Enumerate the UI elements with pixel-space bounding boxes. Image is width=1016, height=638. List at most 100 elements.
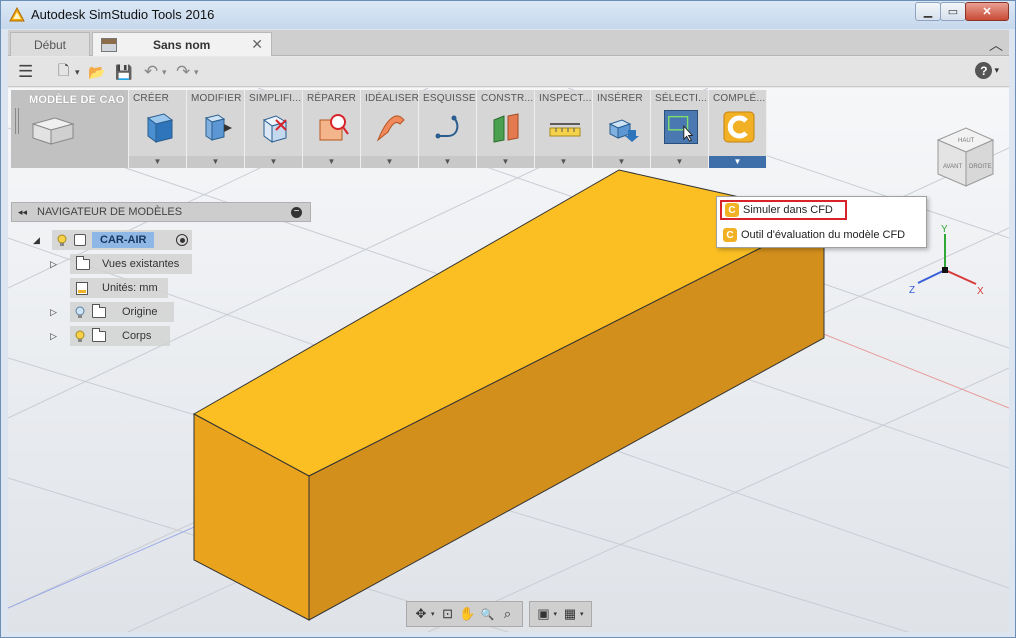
visibility-bulb-icon[interactable] [74,329,86,343]
tree-node-unites[interactable]: Unités: mm [70,278,168,298]
zoom-fit-icon[interactable]: ⌕ [498,605,518,623]
simplify-icon [262,115,288,143]
pan-icon[interactable]: ✋ [458,605,478,623]
minimize-button[interactable]: ▁ [915,2,941,21]
undo-dropdown-icon[interactable]: ▾ [162,63,167,81]
ribbon-dropdown-arrow[interactable]: ▼ [477,156,534,168]
3d-viewport[interactable]: Y X Z HAUT AVANT DROITE MODÈLE DE CAO CR… [8,88,1009,632]
window-controls: ▁ ▭ ✕ [915,2,1009,21]
ribbon-group-idealiser[interactable]: IDÉALISER ▼ [361,90,419,168]
ribbon-dropdown-arrow[interactable]: ▼ [593,156,650,168]
collapse-icon[interactable]: ︿ [989,35,1003,55]
viewcube-front-label: AVANT [943,164,962,170]
ribbon-dropdown-arrow[interactable]: ▼ [187,156,244,168]
ribbon-dropdown-arrow[interactable]: ▼ [129,156,186,168]
ribbon-group-simplifier[interactable]: SIMPLIFI... ▼ [245,90,303,168]
undo-icon[interactable]: ↶ [144,62,158,81]
ribbon-dropdown-arrow[interactable]: ▼ [361,156,418,168]
expand-triangle-icon[interactable]: ▷ [50,307,57,318]
tree-node-vues-existantes[interactable]: Vues existantes [70,254,192,274]
ribbon-label: CRÉER [133,93,170,104]
collapse-panel-icon[interactable]: ◂◂ [18,207,27,218]
view-cube[interactable]: HAUT AVANT DROITE [936,127,995,187]
ribbon-dropdown-arrow[interactable]: ▼ [419,156,476,168]
orbit-dropdown-icon[interactable]: ▾ [431,610,435,618]
grid-dropdown-icon[interactable]: ▾ [580,610,584,618]
display-tools-group: ▣ ▾ ▦ ▾ [528,601,592,627]
complements-dropdown-menu: C Simuler dans CFD C Outil d'évaluation … [716,196,927,248]
scene-canvas: Y X Z HAUT AVANT DROITE [8,88,1009,632]
tab-sans-nom[interactable]: Sans nom ✕ [92,32,272,56]
model-navigator-header[interactable]: ◂◂ NAVIGATEUR DE MODÈLES − [11,202,311,222]
create-box-icon [146,113,174,143]
ribbon-group-modele-cao[interactable]: MODÈLE DE CAO [11,90,129,168]
zoom-icon[interactable]: 🔍 [478,605,498,623]
ribbon-toolbar: MODÈLE DE CAO CRÉER ▼ MODIFIER ▼ SIMPLIF… [11,90,767,168]
ribbon-group-reparer[interactable]: RÉPARER ▼ [303,90,361,168]
new-file-dropdown-icon[interactable]: ▾ [75,63,80,81]
menu-item-simuler-cfd[interactable]: C Simuler dans CFD [720,200,847,220]
ribbon-grip-handle[interactable] [15,108,19,134]
open-folder-icon[interactable]: 📂 [88,63,105,81]
ribbon-label: SIMPLIFI... [249,93,302,104]
tree-node-corps[interactable]: Corps [70,326,170,346]
ribbon-dropdown-arrow[interactable]: ▼ [535,156,592,168]
menu-item-outil-evaluation-cfd[interactable]: C Outil d'évaluation du modèle CFD [720,225,905,245]
tree-node-label: Unités: mm [102,282,158,294]
new-file-icon[interactable]: 🗋 [58,62,69,81]
activate-component-icon[interactable] [176,234,188,246]
ribbon-label: IDÉALISER [365,93,420,104]
ribbon-dropdown-arrow[interactable]: ▼ [709,156,766,168]
ribbon-group-selection[interactable]: SÉLECTI... ▼ [651,90,709,168]
ribbon-group-modifier[interactable]: MODIFIER ▼ [187,90,245,168]
tab-label: Sans nom [153,37,211,52]
ribbon-group-construire[interactable]: CONSTR... ▼ [477,90,535,168]
sketch-icon [435,115,459,139]
redo-icon[interactable]: ↷ [176,62,190,81]
visibility-bulb-icon[interactable] [74,305,86,319]
maximize-button[interactable]: ▭ [940,2,966,21]
expand-triangle-icon[interactable]: ▷ [50,331,57,342]
component-icon [74,234,86,246]
expand-triangle-open-icon[interactable]: ◢ [33,235,40,246]
ribbon-group-creer[interactable]: CRÉER ▼ [129,90,187,168]
display-settings-icon[interactable]: ▣ [534,605,554,623]
ribbon-group-inserer[interactable]: INSÉRER ▼ [593,90,651,168]
ribbon-group-esquisse[interactable]: ESQUISSE ▼ [419,90,477,168]
select-window-icon [664,110,698,144]
ribbon-group-inspecter[interactable]: INSPECT... ▼ [535,90,593,168]
app-window: Autodesk SimStudio Tools 2016 ▁ ▭ ✕ Débu… [0,0,1016,638]
save-icon[interactable]: 💾 [115,63,132,81]
menu-icon[interactable]: ☰ [18,62,33,81]
minimize-panel-icon[interactable]: − [291,206,302,218]
visibility-bulb-icon[interactable] [56,233,68,247]
folder-icon [92,303,106,318]
axis-z-label: Z [909,285,915,296]
quick-access-toolbar: ☰ 🗋 ▾ 📂 💾 ↶ ▾ ↷ ▾ ? ▾ [8,57,1009,87]
ribbon-dropdown-arrow[interactable]: ▼ [303,156,360,168]
ribbon-label: ESQUISSE [423,93,476,104]
viewcube-top-label: HAUT [958,138,975,144]
ribbon-label: SÉLECTI... [655,93,708,104]
navigation-toolbar: ✥ ▾ ⊡ ✋ 🔍 ⌕ ▣ ▾ ▦ ▾ [406,601,598,627]
ribbon-dropdown-arrow[interactable]: ▼ [651,156,708,168]
axis-y-label: Y [941,224,948,235]
close-tab-icon[interactable]: ✕ [251,36,263,53]
app-logo-icon [9,7,25,22]
axis-x-label: X [977,286,984,297]
grid-settings-icon[interactable]: ▦ [560,605,580,623]
repair-icon [319,114,349,141]
orbit-icon[interactable]: ✥ [411,605,431,623]
look-at-icon[interactable]: ⊡ [438,605,458,623]
redo-dropdown-icon[interactable]: ▾ [194,63,199,81]
ribbon-group-complements[interactable]: COMPLÉ... ▼ [709,90,767,168]
expand-triangle-icon[interactable]: ▷ [50,259,57,270]
document-tab-bar: Début Sans nom ✕ ︿ [8,30,1009,56]
ribbon-dropdown-arrow[interactable]: ▼ [245,156,302,168]
tree-node-origine[interactable]: Origine [70,302,174,322]
tree-node-root[interactable]: CAR-AIR [52,230,192,250]
close-button[interactable]: ✕ [965,2,1009,21]
help-button[interactable]: ? ▾ [975,62,999,79]
tab-debut[interactable]: Début [10,32,90,56]
display-dropdown-icon[interactable]: ▾ [554,610,558,618]
